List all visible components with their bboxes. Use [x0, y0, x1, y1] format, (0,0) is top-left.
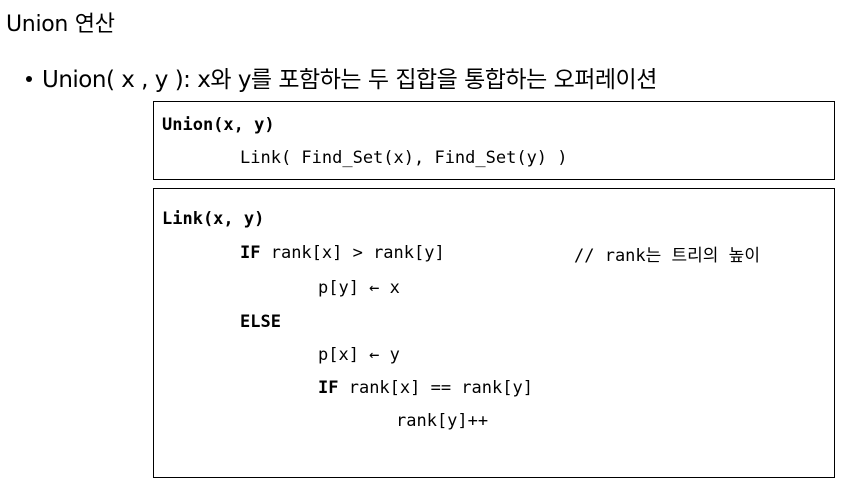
- rank-comment: // rank는 트리의 높이: [574, 246, 760, 266]
- else-keyword: ELSE: [240, 312, 281, 332]
- assign-px-line: p[x] ← y: [318, 345, 400, 365]
- if2-line: IF rank[x] == rank[y]: [318, 378, 533, 398]
- union-header: Union(x, y): [162, 115, 275, 135]
- union-body: Link( Find_Set(x), Find_Set(y) ): [240, 148, 568, 168]
- union-code-box: Union(x, y) Link( Find_Set(x), Find_Set(…: [153, 101, 835, 180]
- link-code-box: Link(x, y) IF rank[x] > rank[y] // rank는…: [153, 188, 835, 478]
- assign-py-line: p[y] ← x: [318, 278, 400, 298]
- link-header: Link(x, y): [162, 209, 265, 229]
- if2-keyword: IF: [318, 378, 339, 398]
- if-condition: rank[x] > rank[y]: [260, 243, 445, 263]
- if-line: IF rank[x] > rank[y]: [240, 243, 445, 263]
- bullet-dot-icon: [26, 75, 32, 82]
- if-keyword: IF: [240, 243, 261, 263]
- bullet-text: Union( x , y ): x와 y를 포함하는 두 집합을 통합하는 오퍼…: [42, 67, 657, 93]
- bullet-item: Union( x , y ): x와 y를 포함하는 두 집합을 통합하는 오퍼…: [26, 60, 657, 94]
- increment-line: rank[y]++: [396, 411, 489, 431]
- slide-title: Union 연산: [6, 12, 115, 37]
- if2-condition: rank[x] == rank[y]: [338, 378, 533, 398]
